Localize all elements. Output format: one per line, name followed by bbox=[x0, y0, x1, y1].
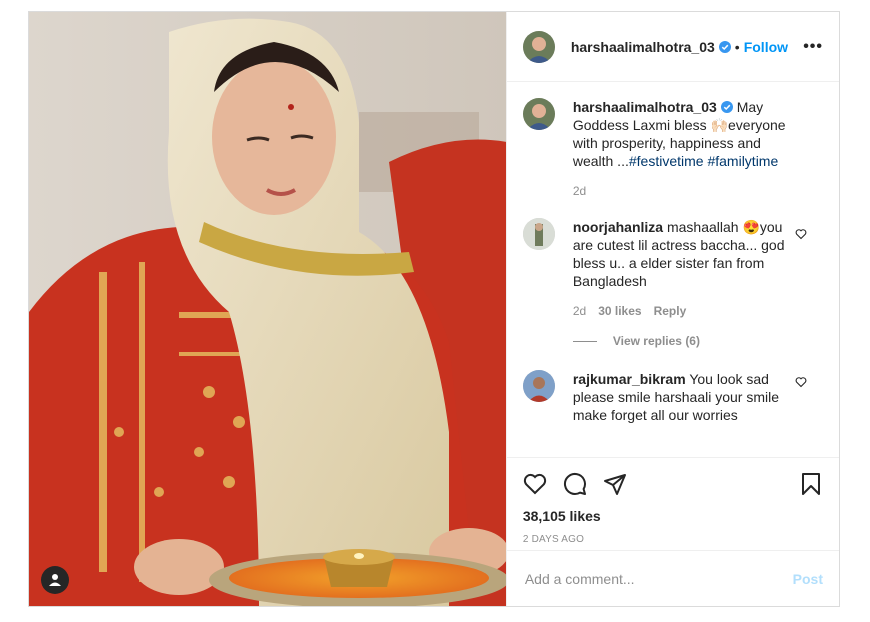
caption-age[interactable]: 2d bbox=[573, 182, 586, 200]
user-tag-icon bbox=[49, 574, 61, 586]
commenter-avatar[interactable] bbox=[522, 370, 555, 402]
add-comment-input[interactable] bbox=[522, 569, 793, 588]
comment-body-start: mashaallah bbox=[666, 219, 743, 235]
follow-button[interactable]: Follow bbox=[744, 39, 788, 55]
caption-text: harshaalimalhotra_03 May Goddess Laxmi b… bbox=[573, 98, 805, 200]
action-icons bbox=[523, 466, 823, 502]
post-header: harshaalimalhotra_03 • Follow ••• bbox=[506, 12, 839, 82]
post-date[interactable]: 2 DAYS AGO bbox=[523, 534, 823, 545]
comment-text: noorjahanliza mashaallah 😍you are cutest… bbox=[573, 218, 805, 320]
comment-icon[interactable] bbox=[563, 472, 587, 496]
comment-emoji: 😍 bbox=[742, 219, 760, 235]
author-username[interactable]: harshaalimalhotra_03 bbox=[571, 39, 715, 55]
likes-count[interactable]: 38,105 likes bbox=[523, 508, 823, 524]
replies-divider-line bbox=[572, 340, 597, 342]
comment-text: rajkumar_bikram You look sad please smil… bbox=[573, 370, 805, 424]
separator-dot: • bbox=[734, 38, 740, 55]
instagram-post: harshaalimalhotra_03 • Follow ••• harsha… bbox=[28, 11, 840, 607]
post-side-panel: harshaalimalhotra_03 • Follow ••• harsha… bbox=[505, 12, 839, 606]
heart-icon[interactable] bbox=[523, 472, 547, 496]
post-actions: 38,105 likes 2 DAYS AGO bbox=[506, 457, 839, 550]
avatar-image bbox=[522, 370, 555, 402]
comment-item: noorjahanliza mashaallah 😍you are cutest… bbox=[522, 218, 823, 320]
user-tag-button[interactable] bbox=[41, 566, 69, 594]
verified-icon bbox=[718, 40, 731, 53]
post-photo-illustration bbox=[29, 12, 506, 606]
hashtag-link[interactable]: #familytime bbox=[707, 153, 778, 169]
commenter-avatar[interactable] bbox=[522, 218, 555, 250]
caption-author-avatar[interactable] bbox=[522, 98, 555, 130]
comment-item: rajkumar_bikram You look sad please smil… bbox=[522, 370, 823, 424]
verified-icon bbox=[720, 101, 733, 113]
avatar-image bbox=[522, 30, 555, 63]
author-avatar[interactable] bbox=[522, 30, 555, 63]
comments-section: harshaalimalhotra_03 May Goddess Laxmi b… bbox=[507, 82, 839, 457]
more-icon[interactable]: ••• bbox=[803, 38, 823, 56]
view-replies-button[interactable]: View replies (6) bbox=[572, 334, 823, 348]
comment-username[interactable]: noorjahanliza bbox=[573, 219, 663, 235]
bookmark-icon[interactable] bbox=[799, 472, 823, 496]
reply-button[interactable]: Reply bbox=[654, 302, 687, 320]
comment-username[interactable]: rajkumar_bikram bbox=[573, 371, 686, 387]
like-comment-heart-icon[interactable] bbox=[795, 376, 807, 388]
caption-username[interactable]: harshaalimalhotra_03 bbox=[573, 99, 717, 115]
share-icon[interactable] bbox=[603, 472, 627, 496]
like-comment-heart-icon[interactable] bbox=[795, 228, 807, 240]
view-replies-label: View replies (6) bbox=[612, 334, 700, 348]
post-photo[interactable] bbox=[29, 12, 506, 606]
post-comment-button[interactable]: Post bbox=[793, 571, 823, 587]
caption: harshaalimalhotra_03 May Goddess Laxmi b… bbox=[522, 98, 823, 200]
caption-meta: 2d bbox=[573, 182, 805, 200]
caption-emoji: 🙌🏻 bbox=[710, 117, 728, 133]
comment-meta: 2d 30 likes Reply bbox=[573, 302, 805, 320]
comment-likes[interactable]: 30 likes bbox=[598, 302, 641, 320]
comment-age[interactable]: 2d bbox=[573, 302, 586, 320]
avatar-image bbox=[522, 98, 555, 130]
hashtag-link[interactable]: #festivetime bbox=[629, 153, 704, 169]
add-comment-bar: Post bbox=[506, 550, 839, 606]
avatar-image bbox=[522, 218, 555, 250]
